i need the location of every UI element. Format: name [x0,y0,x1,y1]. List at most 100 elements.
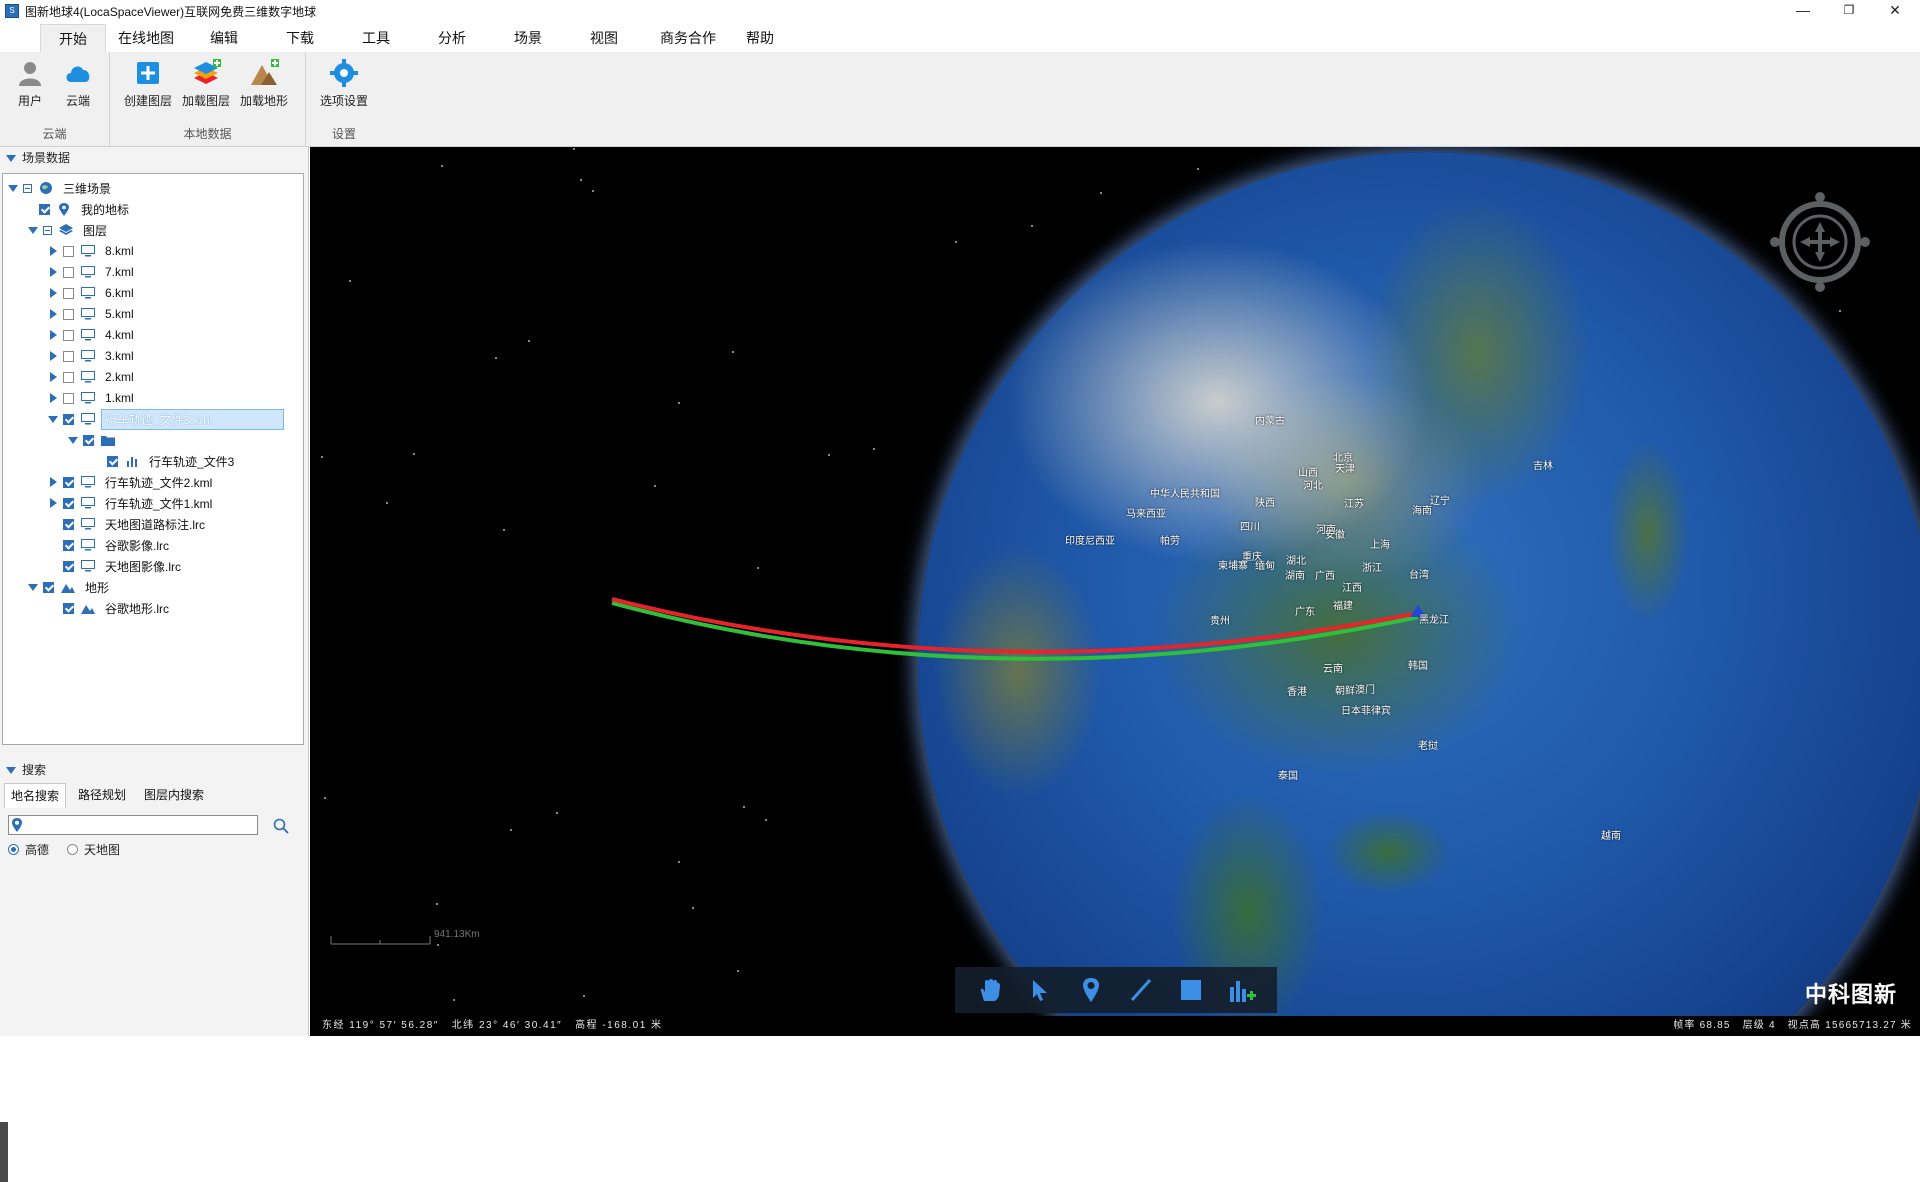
collapse-box-icon[interactable] [43,225,52,235]
tree-node-road-labels[interactable]: 天地图道路标注.lrc [63,514,303,534]
user-button[interactable]: 用户 [4,58,56,110]
placemark-tool-button[interactable] [1076,975,1106,1005]
checkbox[interactable] [43,581,54,593]
pan-tool-button[interactable] [975,975,1005,1005]
frame-rate-text: 帧率 68.85 [1673,1020,1731,1031]
load-terrain-button[interactable]: 加载地形 [238,58,290,110]
checkbox[interactable] [63,287,74,299]
map-label: 缅甸 [1255,561,1275,572]
load-layer-button[interactable]: 加载图层 [180,58,232,110]
tree-node-terrain[interactable]: 地形 [27,577,303,597]
options-label: 选项设置 [319,94,368,108]
options-button[interactable]: 选项设置 [318,58,370,110]
tab-place-search[interactable]: 地名搜索 [4,783,67,808]
tab-download[interactable]: 下载 [262,24,338,52]
tab-tools[interactable]: 工具 [338,24,414,52]
checkbox[interactable] [83,434,94,446]
tab-scene[interactable]: 场景 [490,24,566,52]
line-tool-button[interactable] [1126,975,1156,1005]
tree-node-kml[interactable]: 1.kml [47,388,303,408]
checkbox[interactable] [63,602,74,614]
checkbox[interactable] [63,392,74,404]
minimize-icon[interactable]: — [1780,0,1826,22]
tree-node-track-file3[interactable]: 行车轨迹_文件3.kml [47,408,303,430]
create-layer-button[interactable]: 创建图层 [122,58,174,110]
collapse-box-icon[interactable] [23,183,32,193]
checkbox[interactable] [63,266,74,278]
expand-icon[interactable] [47,497,59,509]
tree-node-kml[interactable]: 3.kml [47,346,303,366]
expand-icon[interactable] [47,266,59,278]
checkbox[interactable] [63,350,74,362]
checkbox[interactable] [63,497,74,509]
tree-node-kml[interactable]: 5.kml [47,304,303,324]
checkbox[interactable] [39,203,50,215]
cloud-button[interactable]: 云端 [52,58,104,110]
navigation-compass-icon[interactable] [1765,187,1875,297]
tree-node-google-imagery[interactable]: 谷歌影像.lrc [63,535,303,555]
tab-analysis[interactable]: 分析 [414,24,490,52]
tab-help[interactable]: 帮助 [734,24,786,52]
radio-tianditu[interactable] [67,844,79,855]
checkbox[interactable] [63,518,74,530]
tree-node-3d-scene[interactable]: 三维场景 [7,178,303,198]
tab-business[interactable]: 商务合作 [642,24,734,52]
tree-label: 天地图影像.lrc [105,559,181,574]
tab-view[interactable]: 视图 [566,24,642,52]
side-handle[interactable] [0,1122,8,1182]
expand-icon[interactable] [47,245,59,257]
checkbox[interactable] [63,413,74,425]
expand-toggle-icon[interactable] [47,413,59,425]
globe-viewport[interactable]: 中华人民共和国 北京 天津 河北 山西 陕西 四川 重庆 湖北 湖南 河南 安徽 江苏 浙江 江西 上海 福建广… [310,147,1920,1036]
search-header[interactable]: 搜索 [0,759,314,781]
tree-node-my-placemarks[interactable]: 我的地标 [39,199,303,219]
expand-icon[interactable] [47,476,59,488]
expand-icon[interactable] [47,350,59,362]
checkbox[interactable] [107,455,118,467]
tree-node-track-file1[interactable]: 行车轨迹_文件1.kml [47,493,303,513]
expand-icon[interactable] [47,308,59,320]
expand-icon[interactable] [47,371,59,383]
tree-node-track-data[interactable]: 行车轨迹_文件3 [107,451,303,471]
expand-icon[interactable] [47,329,59,341]
checkbox[interactable] [63,560,74,572]
monitor-icon [81,308,95,320]
expand-icon[interactable] [47,287,59,299]
tab-route-planning[interactable]: 路径规划 [72,783,132,807]
search-icon[interactable] [272,817,290,835]
expand-icon[interactable] [47,392,59,404]
checkbox[interactable] [63,329,74,341]
tab-layer-search[interactable]: 图层内搜索 [138,783,210,807]
tree-node-google-terrain[interactable]: 谷歌地形.lrc [63,598,303,618]
select-tool-button[interactable] [1025,975,1055,1005]
monitor-icon [81,539,95,551]
checkbox[interactable] [63,476,74,488]
checkbox[interactable] [63,308,74,320]
expand-toggle-icon[interactable] [27,224,39,236]
tree-node-track-file2[interactable]: 行车轨迹_文件2.kml [47,472,303,492]
tree-node-tianditu-imagery[interactable]: 天地图影像.lrc [63,556,303,576]
expand-toggle-icon[interactable] [27,581,39,593]
tab-online-map[interactable]: 在线地图 [106,24,186,52]
checkbox[interactable] [63,539,74,551]
close-icon[interactable]: ✕ [1872,0,1918,22]
restore-icon[interactable]: ❐ [1826,0,1872,22]
tab-start[interactable]: 开始 [40,24,106,52]
tree-node-folder[interactable] [67,430,303,450]
tab-edit[interactable]: 编辑 [186,24,262,52]
search-input[interactable] [8,815,258,835]
polygon-tool-button[interactable] [1176,975,1206,1005]
tree-node-kml[interactable]: 2.kml [47,367,303,387]
checkbox[interactable] [63,245,74,257]
expand-toggle-icon[interactable] [67,434,79,446]
expand-toggle-icon[interactable] [7,182,19,194]
radio-gaode[interactable] [8,844,19,855]
tree-node-layers[interactable]: 图层 [27,220,303,240]
checkbox[interactable] [63,371,74,383]
scene-data-header[interactable]: 场景数据 [0,147,308,169]
tree-node-kml[interactable]: 6.kml [47,283,303,303]
tree-node-kml[interactable]: 4.kml [47,325,303,345]
tree-node-kml[interactable]: 7.kml [47,262,303,282]
tree-node-kml[interactable]: 8.kml [47,241,303,261]
chart-tool-button[interactable] [1227,975,1257,1005]
